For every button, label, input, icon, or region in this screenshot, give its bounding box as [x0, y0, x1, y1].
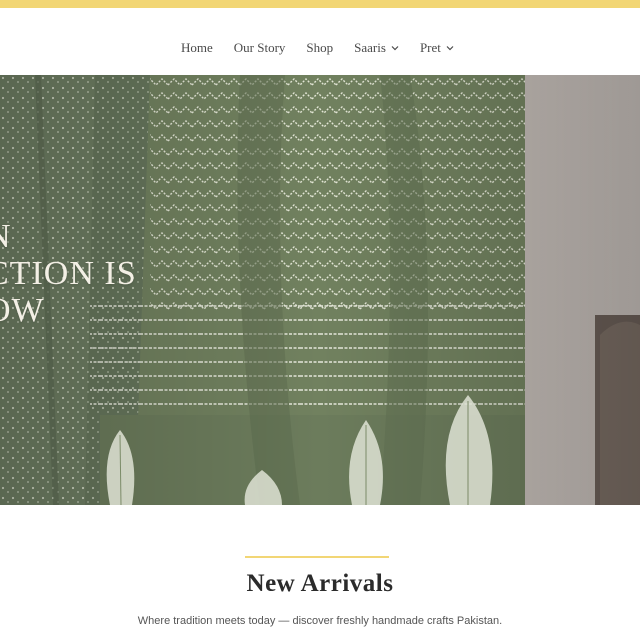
hero-headline-line: OW: [0, 292, 45, 329]
hero-headline-line: CTION IS: [0, 255, 137, 292]
nav-item-home[interactable]: Home: [181, 40, 213, 56]
main-navigation: Home Our Story Shop Saaris Pret: [0, 8, 640, 75]
hero-headline-line: N: [0, 218, 137, 255]
nav-item-saaris[interactable]: Saaris: [354, 40, 399, 56]
nav-item-label: Our Story: [233, 40, 286, 55]
nav-item-label: Saaris: [354, 40, 386, 55]
nav-item-our-story[interactable]: Our Story: [234, 40, 286, 56]
nav-list: Home Our Story Shop Saaris Pret: [181, 40, 454, 56]
nav-item-label: Shop: [306, 40, 334, 55]
nav-item-label: Pret: [419, 40, 441, 55]
section-subtitle: Where tradition meets today — discover f…: [137, 615, 503, 627]
chevron-down-icon: [446, 46, 454, 51]
chevron-down-icon: [391, 46, 399, 51]
top-accent-strip: [0, 0, 640, 8]
section-divider: [245, 556, 389, 558]
section-title: New Arrivals: [246, 570, 394, 597]
hero-headline: N CTION IS OW: [0, 218, 137, 329]
nav-item-label: Home: [181, 40, 213, 55]
nav-item-shop[interactable]: Shop: [306, 40, 333, 56]
nav-item-pret[interactable]: Pret: [420, 40, 454, 56]
hero-banner[interactable]: N CTION IS OW: [0, 75, 640, 505]
